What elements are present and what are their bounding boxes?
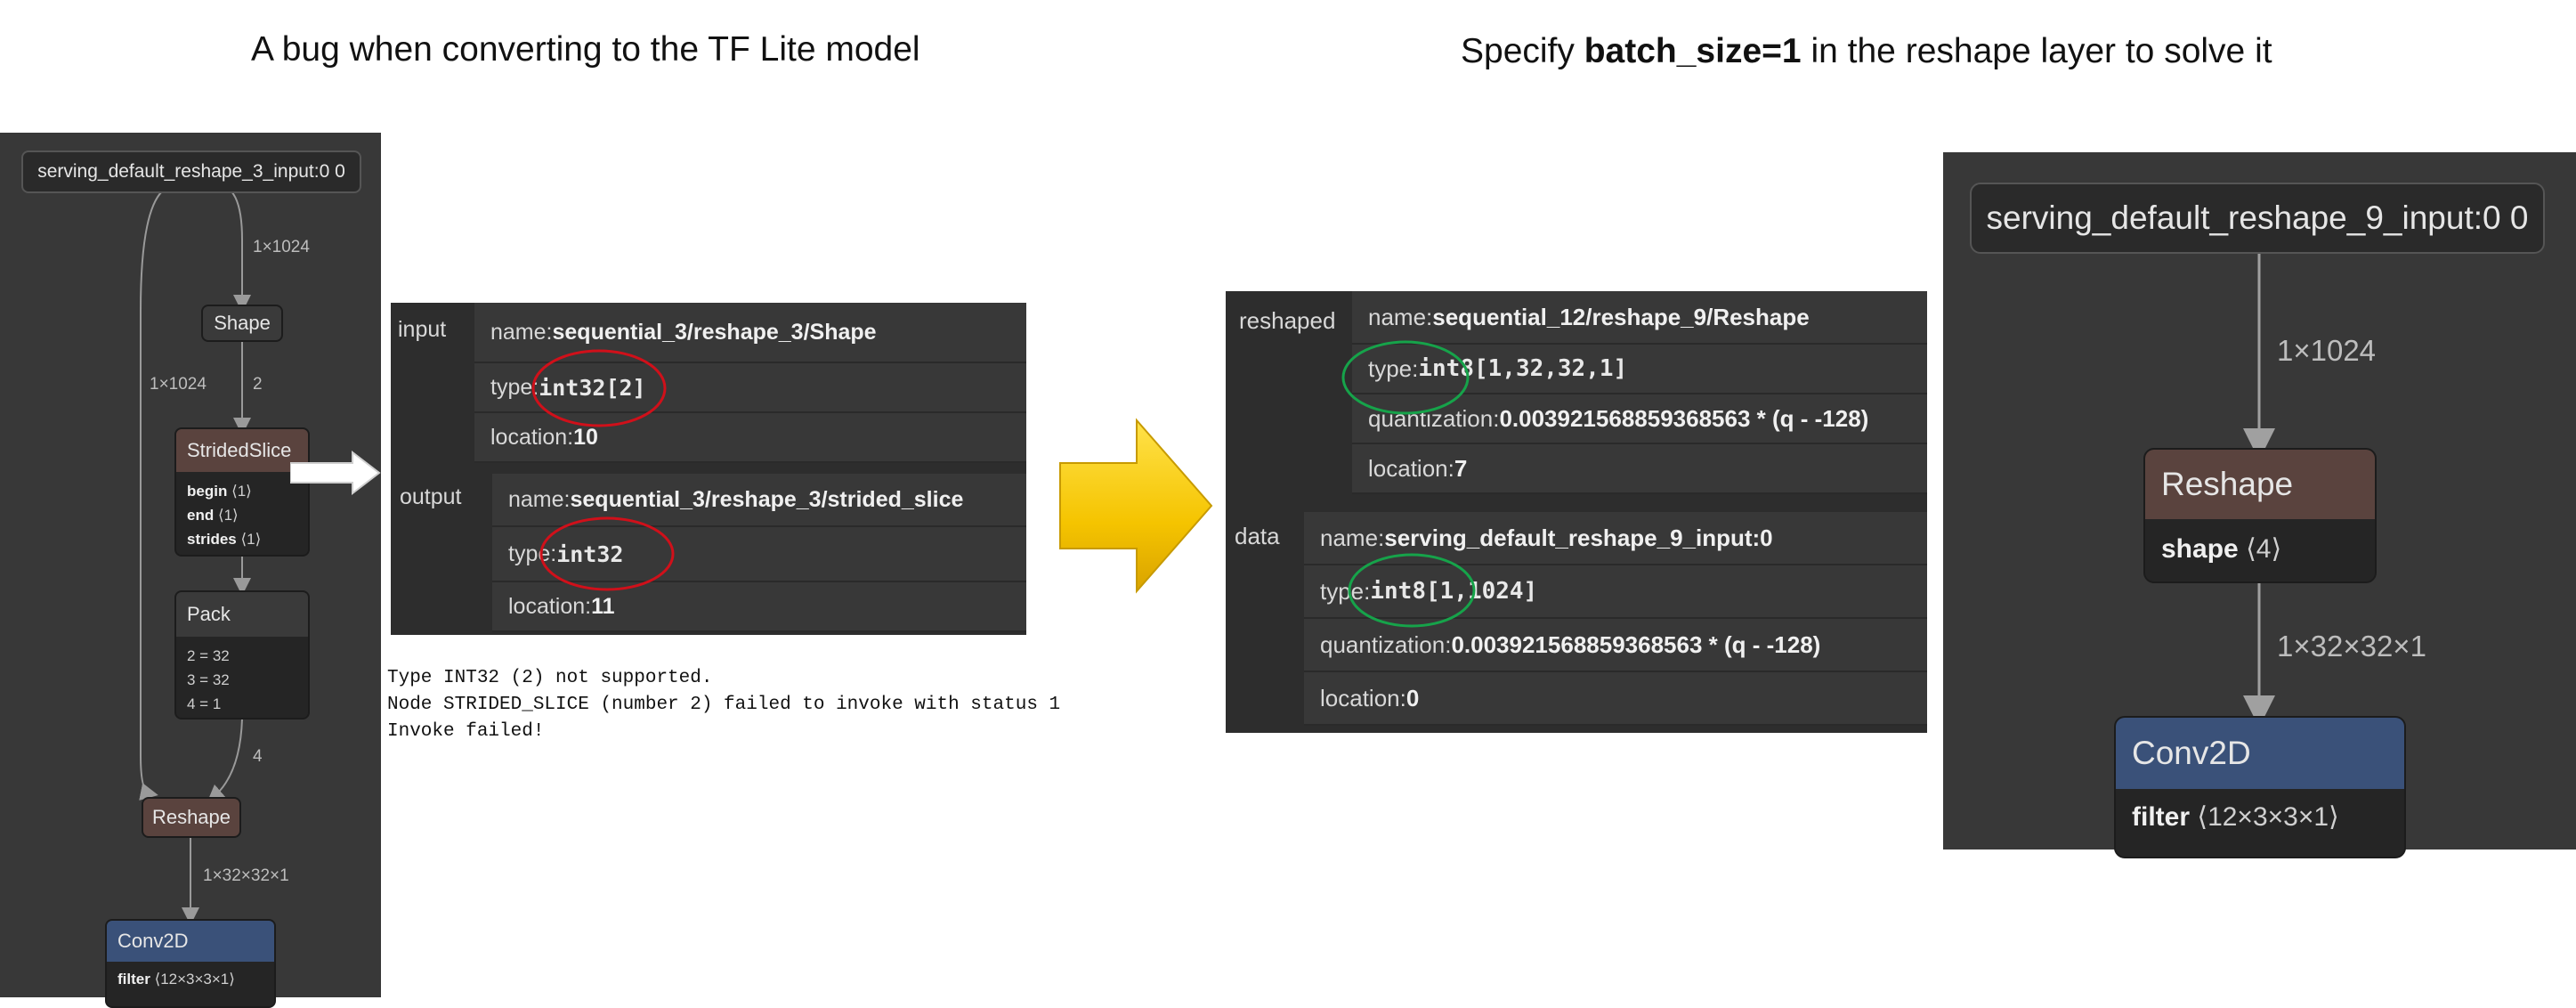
pack-line-2: 3 = 32: [187, 671, 230, 688]
right-reshape-node[interactable]: Reshape shape ⟨4⟩: [2143, 448, 2377, 583]
right-conv2d-title: Conv2D: [2116, 718, 2404, 789]
pack-node[interactable]: Pack 2 = 32 3 = 32 4 = 1: [174, 590, 310, 719]
left-reshape-node[interactable]: Reshape: [142, 797, 241, 838]
edge-input-shape: [231, 191, 251, 313]
yellow-arrow: [1059, 418, 1213, 594]
attr-strides: strides ⟨1⟩: [187, 531, 262, 548]
input-type-error-circle: [531, 349, 667, 427]
left-conv2d-attr: filter ⟨12×3×3×1⟩: [107, 962, 274, 994]
error-line-3: Invoke failed!: [387, 721, 545, 742]
fix-highlight-circles: [1341, 340, 1476, 628]
right-reshape-title: Reshape: [2145, 450, 2375, 519]
right-title-suffix: in the reshape layer to solve it: [1801, 32, 2272, 70]
error-highlight-circles: [531, 349, 675, 591]
right-reshape-attr: shape ⟨4⟩: [2145, 519, 2375, 579]
right-input-node[interactable]: serving_default_reshape_9_input:0 0: [1970, 183, 2545, 254]
right-edge-label-in: 1×1024: [2277, 334, 2377, 367]
pack-title: Pack: [176, 592, 308, 637]
left-graph-edges: [139, 191, 251, 925]
strided-slice-attrs: begin ⟨1⟩ end ⟨1⟩ strides ⟨1⟩: [176, 472, 308, 555]
right-info-panel: reshaped name: sequential_12/reshape_9/R…: [1226, 291, 1927, 733]
pack-attrs: 2 = 32 3 = 32 4 = 1: [176, 637, 308, 718]
pack-line-1: 2 = 32: [187, 647, 230, 664]
attr-begin: begin ⟨1⟩: [187, 483, 252, 500]
error-message: Type INT32 (2) not supported. Node STRIDE…: [387, 665, 1060, 745]
left-edge-label-1x1024-a: 1×1024: [253, 238, 310, 256]
right-title-bold: batch_size=1: [1584, 32, 1802, 70]
right-edge-label-out: 1×32×32×1: [2277, 630, 2426, 663]
left-edge-label-1x1024-b: 1×1024: [150, 375, 207, 394]
left-input-node[interactable]: serving_default_reshape_3_input:0 0: [21, 150, 361, 193]
left-edge-label-out: 1×32×32×1: [203, 866, 289, 885]
left-graph-panel: serving_default_reshape_3_input:0 0 1×10…: [0, 133, 381, 1008]
right-conv2d-attr: filter ⟨12×3×3×1⟩: [2116, 789, 2404, 845]
left-conv2d-title: Conv2D: [107, 921, 274, 962]
output-type-error-circle: [539, 516, 675, 591]
left-title: A bug when converting to the TF Lite mod…: [251, 30, 920, 69]
shape-node[interactable]: Shape: [201, 305, 283, 342]
right-conv2d-node[interactable]: Conv2D filter ⟨12×3×3×1⟩: [2114, 716, 2406, 858]
strided-slice-title: StridedSlice: [176, 429, 308, 472]
edge-pack-reshape: [207, 718, 243, 803]
left-edge-label-4: 4: [253, 747, 263, 766]
reshaped-type-fix-circle: [1341, 340, 1470, 415]
left-info-panel: input name: sequential_3/reshape_3/Shape…: [391, 303, 1026, 635]
right-title: Specify batch_size=1 in the reshape laye…: [1461, 32, 2272, 71]
pack-line-3: 4 = 1: [187, 695, 222, 712]
error-line-1: Type INT32 (2) not supported.: [387, 668, 713, 688]
right-graph-panel: serving_default_reshape_9_input:0 0 1×10…: [1943, 152, 2576, 858]
left-edge-label-2: 2: [253, 375, 263, 394]
left-white-arrow: [290, 451, 381, 495]
data-type-fix-circle: [1348, 553, 1476, 628]
edge-input-pack: [139, 191, 163, 801]
left-conv2d-node[interactable]: Conv2D filter ⟨12×3×3×1⟩: [105, 919, 276, 1008]
error-line-2: Node STRIDED_SLICE (number 2) failed to …: [387, 695, 1061, 715]
right-title-prefix: Specify: [1461, 32, 1584, 70]
attr-end: end ⟨1⟩: [187, 507, 239, 524]
